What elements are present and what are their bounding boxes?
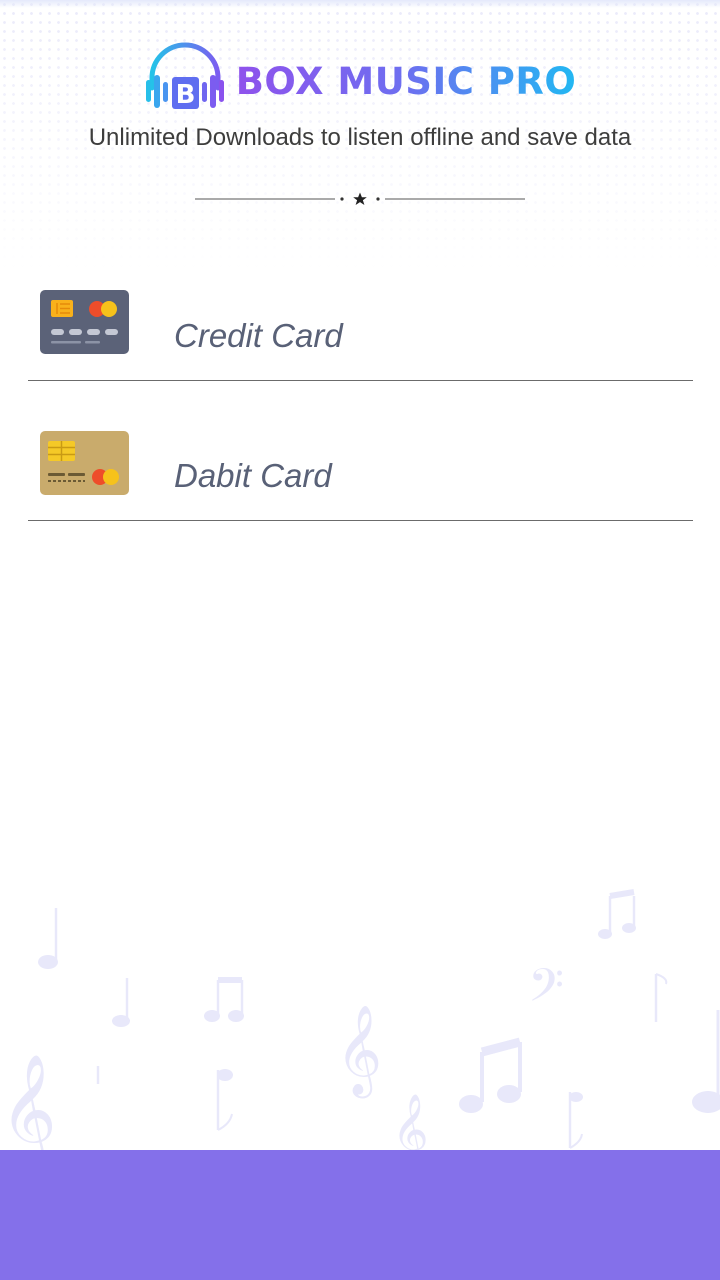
app-logo: B BOX MUSIC PRO <box>0 38 720 118</box>
headphones-logo-icon: B <box>145 42 224 110</box>
note-icon <box>654 973 668 1022</box>
debit-card-label: Dabit Card <box>174 457 332 494</box>
debit-card-icon <box>40 431 129 495</box>
payment-option-credit-card[interactable]: Credit Card <box>28 280 693 381</box>
double-note-icon <box>598 889 636 939</box>
credit-card-label: Credit Card <box>174 317 343 354</box>
payment-option-debit-card[interactable]: Dabit Card <box>28 420 693 521</box>
bass-clef-icon: 𝄢 <box>528 959 564 1024</box>
double-note-icon <box>204 977 244 1022</box>
note-icon <box>112 978 130 1027</box>
treble-clef-icon: 𝄞 <box>0 1053 57 1150</box>
eighth-note-icon <box>568 1092 583 1149</box>
top-strip <box>0 0 720 8</box>
footer-bar <box>0 1150 720 1280</box>
credit-card-icon <box>40 290 129 354</box>
note-icon <box>38 908 58 969</box>
note-icon <box>692 1010 720 1113</box>
treble-clef-icon: 𝄞 <box>392 1092 429 1150</box>
svg-text:B: B <box>175 80 195 110</box>
tagline: Unlimited Downloads to listen offline an… <box>88 124 632 151</box>
eighth-note-icon <box>216 1069 233 1131</box>
treble-clef-icon: 𝄞 <box>336 1005 382 1099</box>
music-notes-decoration: 𝄞 𝄞 𝄞 𝄢 <box>0 889 720 1150</box>
star-divider-icon <box>195 192 525 205</box>
double-note-icon <box>459 1037 522 1113</box>
brand-name: BOX MUSIC PRO <box>235 59 577 103</box>
